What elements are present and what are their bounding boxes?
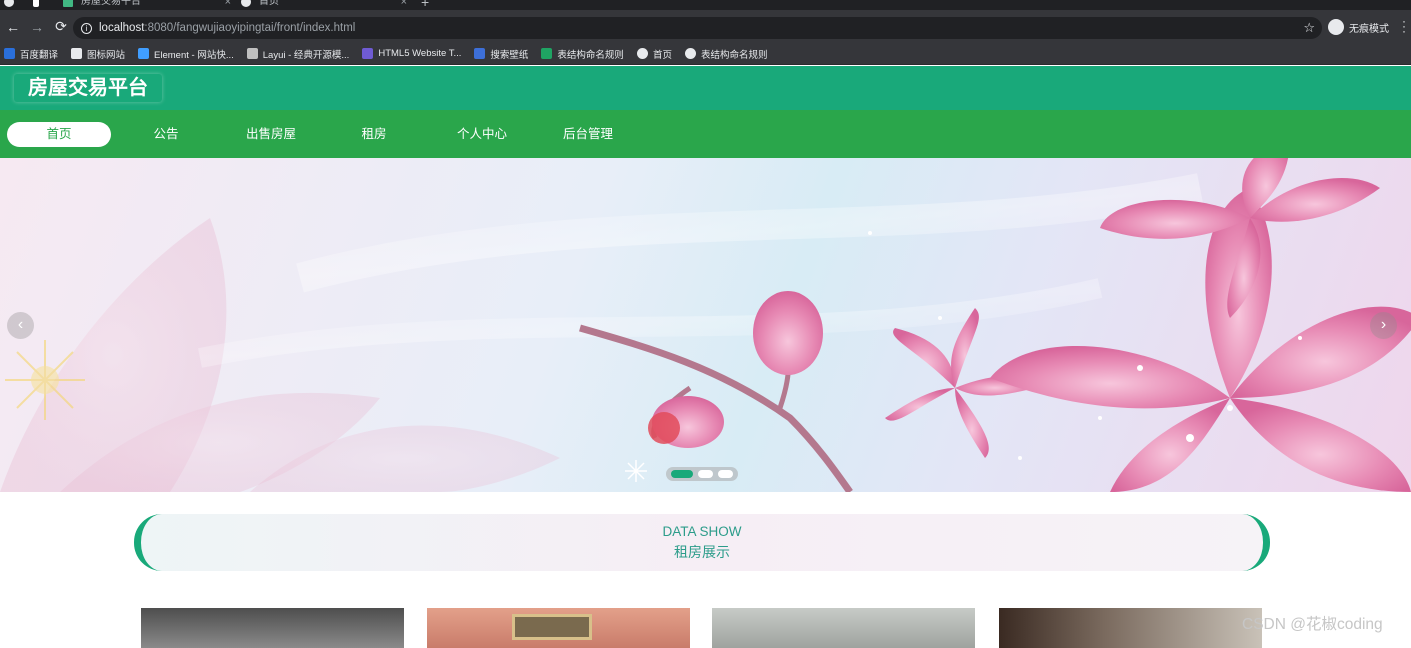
browser-menu-icon[interactable] (4, 0, 24, 10)
element-icon (138, 48, 150, 59)
layui-icon (246, 48, 258, 59)
browser-tab-title: 房屋交易平台 (81, 0, 141, 7)
nav-item-rent[interactable]: 租房 (322, 122, 426, 147)
nav-item-sell-house[interactable]: 出售房屋 (219, 122, 323, 147)
vue-icon (63, 0, 73, 7)
site-header: 房屋交易平台 (0, 66, 1411, 110)
banner-carousel: ‹ › (0, 158, 1411, 492)
nav-item-home[interactable]: 首页 (7, 122, 111, 147)
reload-icon[interactable]: ⟳ (50, 18, 72, 35)
html5-icon (362, 48, 374, 59)
main-nav: 首页 公告 出售房屋 租房 个人中心 后台管理 (0, 110, 1411, 158)
bookmark-label: 首页 (652, 49, 672, 61)
new-tab-button[interactable]: + (421, 0, 429, 10)
bookmark-label: HTML5 Website T... (378, 48, 462, 59)
bookmark-item[interactable]: Layui - 经典开源模... (246, 47, 350, 61)
banner-image (0, 158, 1411, 492)
carousel-dot-1[interactable] (671, 470, 693, 478)
flag-icon (71, 48, 83, 59)
bookmark-label: 表结构命名规则 (700, 49, 768, 61)
browser-tab-1[interactable]: 房屋交易平台 × (63, 0, 231, 10)
sheet-icon (541, 48, 553, 59)
bookmark-item[interactable]: Element - 网站快... (138, 47, 234, 61)
browser-tab-strip: 房屋交易平台 × 首页 × + (0, 0, 1411, 10)
forward-icon[interactable]: → (26, 19, 48, 35)
translate-icon (4, 48, 15, 59)
site-title[interactable]: 房屋交易平台 (14, 74, 162, 102)
bookmark-item[interactable]: 表结构命名规则 (541, 47, 624, 61)
url-path: :8080/fangwujiaoyipingtai/front/index.ht… (144, 22, 356, 34)
bookmark-label: 图标网站 (87, 49, 126, 61)
incognito-icon (1328, 19, 1344, 35)
nav-item-notice[interactable]: 公告 (114, 122, 218, 147)
browser-tab-2[interactable]: 首页 × (241, 0, 407, 10)
rental-card-image[interactable] (999, 608, 1262, 648)
globe-icon (241, 0, 251, 7)
bookmark-label: Element - 网站快... (154, 49, 234, 61)
globe-icon (684, 48, 696, 59)
close-icon[interactable]: × (225, 0, 231, 10)
back-icon[interactable]: ← (2, 19, 24, 35)
carousel-dot-3[interactable] (718, 470, 733, 478)
carousel-next-button[interactable]: › (1370, 312, 1397, 339)
bookmarks-bar: 百度翻译 图标网站 Element - 网站快... Layui - 经典开源模… (0, 43, 1411, 65)
nav-item-personal-center[interactable]: 个人中心 (430, 122, 534, 147)
watermark: CSDN @花椒coding (1242, 616, 1383, 633)
carousel-indicators (666, 467, 738, 481)
bookmark-star-icon[interactable]: ☆ (1303, 20, 1315, 36)
nav-item-admin[interactable]: 后台管理 (536, 122, 640, 147)
carousel-dot-2[interactable] (698, 470, 713, 478)
rental-card-image[interactable] (712, 608, 975, 648)
bookmark-item[interactable]: 搜索壁纸 (474, 47, 528, 61)
bookmark-item[interactable]: 图标网站 (71, 47, 125, 61)
globe-icon (636, 48, 648, 59)
section-title-cn: 租房展示 (674, 544, 730, 560)
bookmark-label: Layui - 经典开源模... (262, 49, 350, 61)
browser-tab-title: 首页 (259, 0, 279, 7)
bookmark-label: 百度翻译 (20, 49, 59, 61)
bookmark-item[interactable]: HTML5 Website T... (362, 48, 461, 59)
close-icon[interactable]: × (401, 0, 407, 10)
section-header: DATA SHOW 租房展示 (134, 514, 1270, 571)
wallpaper-icon (474, 48, 486, 59)
rental-card-image[interactable] (141, 608, 404, 648)
incognito-label: 无痕模式 (1349, 23, 1389, 35)
url-host: localhost (99, 22, 145, 34)
address-bar[interactable]: i localhost:8080/fangwujiaoyipingtai/fro… (73, 17, 1322, 39)
carousel-prev-button[interactable]: ‹ (7, 312, 34, 339)
rental-card-image[interactable] (427, 608, 690, 648)
section-title-en: DATA SHOW (662, 524, 742, 539)
more-menu-icon[interactable]: · · · (1402, 15, 1406, 37)
bookmark-item[interactable]: 百度翻译 (4, 47, 58, 61)
bookmark-label: 搜索壁纸 (490, 49, 529, 61)
tab-search-icon[interactable] (33, 0, 47, 10)
bookmark-item[interactable]: 首页 (636, 47, 672, 61)
incognito-indicator[interactable]: 无痕模式 (1328, 19, 1389, 35)
info-icon[interactable]: i (81, 22, 92, 34)
bookmark-item[interactable]: 表结构命名规则 (684, 47, 768, 61)
bookmark-label: 表结构命名规则 (557, 49, 624, 61)
